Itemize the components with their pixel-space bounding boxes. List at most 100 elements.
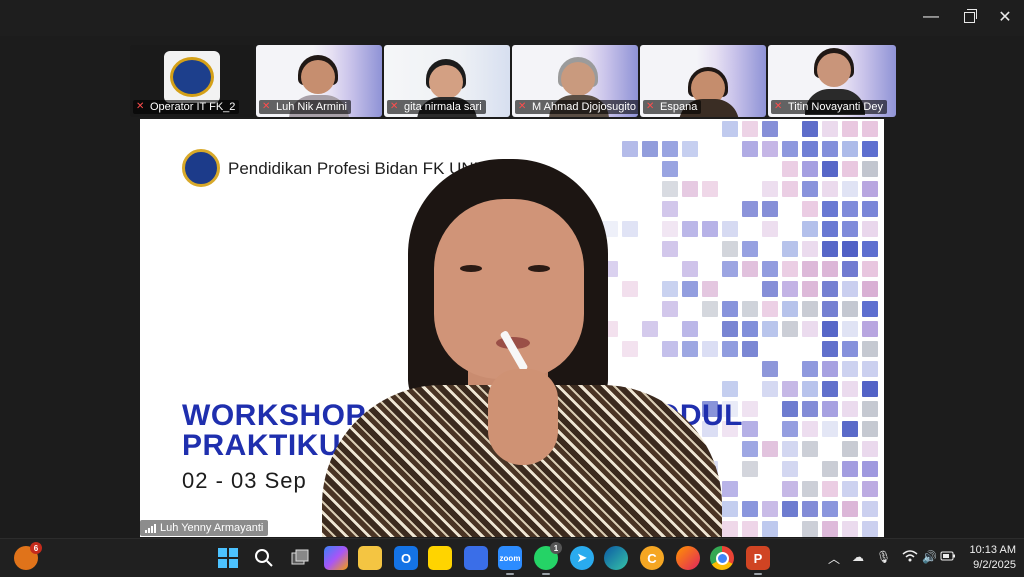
notepad-icon[interactable] [464,546,488,570]
restore-icon [964,12,975,23]
mosaic-tile [742,501,758,517]
mosaic-tile [842,121,858,137]
mosaic-tile [842,501,858,517]
mosaic-tile [822,381,838,397]
firefox-icon[interactable] [676,546,700,570]
window-titlebar: — ✕ [0,0,1024,36]
minimize-button[interactable]: — [918,6,944,28]
show-hidden-icons-chevron[interactable]: ︿ [828,550,840,567]
mosaic-tile [822,141,838,157]
mosaic-tile [802,421,818,437]
mosaic-tile [802,221,818,237]
mosaic-tile [862,301,878,317]
wifi-icon[interactable] [902,550,918,565]
participant-tile[interactable]: ✕ Luh Nik Armini [256,45,382,117]
mosaic-tile [862,481,878,497]
mosaic-tile [842,261,858,277]
mosaic-tile [822,281,838,297]
mosaic-tile [742,241,758,257]
task-view-icon[interactable] [288,546,312,570]
mosaic-tile [742,461,758,477]
mosaic-tile [802,281,818,297]
mosaic-tile [862,181,878,197]
mosaic-tile [762,261,778,277]
mic-muted-icon: ✕ [646,102,656,112]
weather-widget-icon[interactable]: 6 [14,546,38,570]
telegram-icon[interactable]: ➤ [570,546,594,570]
mosaic-tile [842,481,858,497]
sticky-notes-icon[interactable] [428,546,452,570]
mosaic-tile [862,381,878,397]
mosaic-tile [762,181,778,197]
outlook-icon[interactable]: O [394,546,418,570]
mosaic-tile [842,301,858,317]
microphone-icon[interactable]: 🎙 [876,550,891,564]
mosaic-tile [842,461,858,477]
mic-muted-icon: ✕ [390,102,400,112]
search-icon[interactable] [252,546,276,570]
mosaic-tile [842,441,858,457]
mosaic-tile [782,401,798,417]
battery-icon[interactable] [940,550,956,565]
mosaic-tile [822,161,838,177]
mosaic-tile [842,201,858,217]
active-speaker-video[interactable]: Pendidikan Profesi Bidan FK UNDI WORKSHO… [140,119,884,537]
mosaic-tile [782,461,798,477]
mosaic-tile [822,521,838,537]
coccoc-icon[interactable]: C [640,546,664,570]
mosaic-tile [862,201,878,217]
participant-tile[interactable]: ✕ M Ahmad Djojosugito [512,45,638,117]
mosaic-tile [722,121,738,137]
powerpoint-icon[interactable]: P [746,546,770,570]
audio-level-icon [145,524,156,533]
mosaic-tile [842,141,858,157]
mosaic-tile [742,321,758,337]
mosaic-tile [802,241,818,257]
mosaic-tile [742,401,758,417]
participant-tile[interactable]: ✕ Titin Novayanti Dey [768,45,896,117]
mosaic-tile [782,261,798,277]
participant-tile[interactable]: ✕ gita nirmala sari [384,45,510,117]
mosaic-tile [762,441,778,457]
zoom-icon[interactable]: zoom [498,546,522,570]
volume-icon[interactable]: 🔊 [922,550,937,564]
whatsapp-icon[interactable]: 1 [534,546,558,570]
mosaic-tile [762,221,778,237]
mosaic-tile [802,521,818,537]
system-clock[interactable]: 10:13 AM 9/2/2025 [956,543,1016,573]
mosaic-tile [862,221,878,237]
mosaic-tile [862,361,878,377]
onedrive-cloud-icon[interactable]: ☁ [852,550,864,564]
mic-muted-icon: ✕ [262,102,272,112]
speaker-name-tag: Luh Yenny Armayanti [140,520,268,536]
chrome-icon[interactable] [710,546,734,570]
mosaic-tile [862,421,878,437]
mosaic-tile [822,341,838,357]
mosaic-tile [862,161,878,177]
participant-name: ✕ M Ahmad Djojosugito [515,100,638,114]
mosaic-tile [842,361,858,377]
mosaic-tile [862,341,878,357]
participant-name: ✕ Luh Nik Armini [259,100,351,114]
mosaic-tile [822,401,838,417]
mosaic-tile [682,141,698,157]
mosaic-tile [802,121,818,137]
mosaic-tile [782,281,798,297]
close-button[interactable]: ✕ [992,6,1018,28]
participant-name: ✕ Espana [643,100,701,114]
mosaic-tile [862,261,878,277]
mosaic-tile [822,321,838,337]
maximize-button[interactable] [956,6,982,28]
copilot-icon[interactable] [324,546,348,570]
slide-date: 02 - 03 Sep [182,468,307,494]
windows-start-icon[interactable] [216,546,240,570]
mosaic-tile [762,301,778,317]
participant-tile-operator[interactable]: ✕ Operator IT FK_2 [130,45,254,117]
edge-icon[interactable] [604,546,628,570]
mosaic-tile [822,181,838,197]
file-explorer-icon[interactable] [358,546,382,570]
mosaic-tile [822,301,838,317]
mosaic-tile [822,481,838,497]
participant-tile[interactable]: ✕ Espana [640,45,766,117]
mosaic-tile [782,381,798,397]
